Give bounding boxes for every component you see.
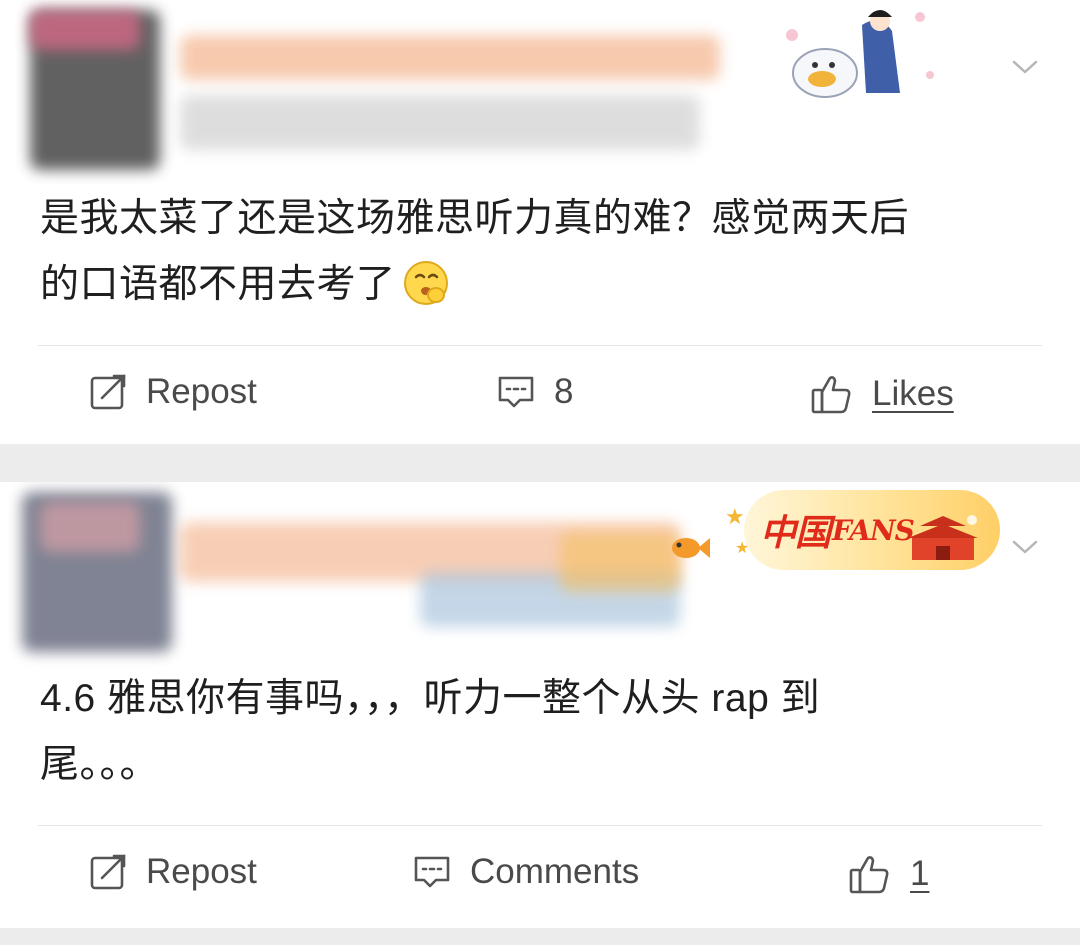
fish-icon [672, 538, 710, 558]
repost-button[interactable]: Repost [88, 852, 257, 892]
avatar-scribble [40, 502, 140, 552]
star-icon: ★ [735, 540, 750, 557]
repost-button[interactable]: Repost [88, 372, 257, 412]
comments-label: Comments [470, 852, 640, 891]
thumbs-up-icon [849, 856, 889, 894]
gate-tower-icon [908, 515, 978, 560]
repost-icon [90, 854, 126, 890]
comment-body: 是我太菜了还是这场雅思听力真的难？感觉两天后 的口语都不用去考了 [40, 186, 1040, 318]
badge-title: 中国 [760, 512, 831, 554]
china-fans-badge[interactable]: 中国 FANS [744, 490, 1000, 570]
badge-subtitle: FANS [832, 513, 915, 547]
comment-body-text: 的口语都不用去考了 [40, 263, 396, 306]
repost-label: Repost [146, 852, 257, 891]
comment-body-line: 的口语都不用去考了 [40, 252, 1040, 318]
comment-body-line: 是我太菜了还是这场雅思听力真的难？感觉两天后 [40, 197, 910, 240]
comment-card-2: 中国 FANS ★ ★ 4.6 雅思你有事吗，，，听力一整个从头 rap 到 尾… [0, 482, 1080, 928]
thumbs-up-icon [811, 376, 851, 414]
comments-count: 8 [554, 372, 574, 411]
star-icon: ★ [725, 504, 745, 529]
likes-count: 1 [910, 854, 930, 893]
avatar-decoration-icon [786, 10, 934, 98]
repost-icon [90, 374, 126, 410]
comment-icon [498, 376, 534, 408]
comments-button[interactable]: 8 [496, 372, 573, 412]
comment-body: 4.6 雅思你有事吗，，，听力一整个从头 rap 到 尾。。。 [40, 666, 1040, 798]
comments-button[interactable]: Comments [412, 852, 639, 892]
username-scribble [560, 532, 680, 592]
username-scribble [180, 35, 720, 80]
like-button[interactable]: 1 [848, 852, 929, 896]
chevron-down-icon[interactable] [1010, 52, 1040, 82]
comment-card-1: 是我太菜了还是这场雅思听力真的难？感觉两天后 的口语都不用去考了 Repost [0, 0, 1080, 444]
comment-body-line: 4.6 雅思你有事吗，，，听力一整个从头 rap 到 [40, 677, 821, 720]
likes-label: Likes [872, 374, 954, 413]
divider [38, 825, 1042, 826]
timestamp-scribble [180, 95, 700, 150]
like-button[interactable]: Likes [810, 372, 954, 416]
comment-body-line: 尾。。。 [40, 743, 160, 786]
comment-icon [414, 856, 450, 888]
chevron-down-icon[interactable] [1010, 532, 1040, 562]
avatar-scribble [30, 10, 140, 50]
repost-label: Repost [146, 372, 257, 411]
smiling-face-emoji-icon [403, 261, 448, 305]
divider [38, 345, 1042, 346]
